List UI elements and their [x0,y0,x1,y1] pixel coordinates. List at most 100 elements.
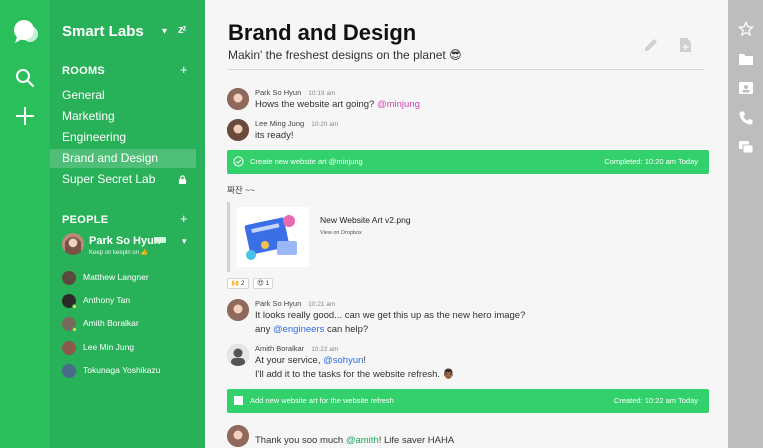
person-item-matthew-langner[interactable]: Matthew Langner [62,270,202,286]
person-name: Anthony Tan [83,295,131,305]
rooms-header: ROOMS [62,65,106,77]
image-thumbnail[interactable] [237,207,309,267]
reaction-button[interactable]: 🙌 2 [227,278,249,289]
mention-link[interactable]: @engineers [273,324,324,335]
workspace-name[interactable]: Smart Labs [62,23,144,40]
room-label: Marketing [62,109,115,123]
sidebar: Smart Labs ▾ zᶻ ROOMS + General Marketin… [50,0,205,448]
contact-card-icon[interactable] [738,80,754,96]
room-item-super-secret-lab[interactable]: Super Secret Lab [50,170,196,189]
chevron-down-icon[interactable]: ▾ [162,26,167,37]
current-user-status: Keep on keepin on 👍 [89,250,149,256]
chevron-down-icon[interactable]: ▾ [182,236,187,247]
search-button[interactable] [13,66,37,90]
reaction-button[interactable]: 😍 1 [253,278,274,289]
avatar [62,341,76,355]
windows-icon[interactable] [738,139,754,155]
person-name: Amith Boralkar [83,318,139,328]
reaction-emoji: 🙌 [231,280,240,287]
search-icon [16,69,34,87]
room-label: Super Secret Lab [62,172,156,186]
person-name: Lee Min Jung [83,342,135,352]
add-person-button[interactable]: + [180,211,188,226]
person-item-lee-min-jung[interactable]: Lee Min Jung [62,340,202,356]
message-author: Lee Ming Jung 10:20 am [255,119,339,128]
room-item-marketing[interactable]: Marketing [50,107,196,126]
room-item-general[interactable]: General [50,86,196,105]
avatar [227,88,249,110]
mention-link[interactable]: @minjung [377,99,420,110]
person-item-tokunaga-yoshikazu[interactable]: Tokunaga Yoshikazu [62,363,202,379]
room-item-engineering[interactable]: Engineering [50,128,196,147]
avatar [227,344,249,366]
message-text: I'll add it to the tasks for the website… [255,369,455,380]
task-status: Completed: 10:20 am Today [604,157,698,166]
room-label: Brand and Design [62,151,159,165]
message-time: 10:20 am [311,121,339,128]
file-name[interactable]: New Website Art v2.png [320,215,411,225]
presence-dot [72,304,77,309]
phone-icon[interactable] [738,110,754,126]
person-name: Matthew Langner [83,272,149,282]
reaction-count: 1 [265,280,270,287]
message-time: 10:22 am [311,346,339,353]
file-source-link[interactable]: View on Dropbox [320,230,362,236]
chat-logo-icon[interactable] [12,18,40,46]
edit-pencil-icon[interactable] [643,37,659,53]
folder-icon[interactable] [738,51,754,67]
lock-icon [178,175,187,184]
message-text: It looks really good... can we get this … [255,310,526,321]
channel-topic: Makin' the freshest designs on the plane… [228,48,462,62]
people-header: PEOPLE [62,214,109,226]
message-author: Park So Hyun 10:19 am [255,88,336,97]
presence-dot [72,327,77,332]
current-user[interactable]: Park So Hyun Keep on keepin on 👍 ▾ [62,233,202,263]
file-attachment[interactable]: New Website Art v2.png View on Dropbox [227,202,709,272]
add-room-button[interactable]: + [180,62,188,77]
mention-link[interactable]: @amith [346,435,379,446]
reaction-emoji: 😍 [257,280,264,287]
channel-view: Brand and Design Makin' the freshest des… [205,0,728,448]
task-text: Create new website art @minjung [250,157,363,166]
person-name: Tokunaga Yoshikazu [83,365,161,375]
checkbox-icon[interactable] [233,395,244,406]
mention-link[interactable]: @sohyun [323,355,363,366]
avatar [227,119,249,141]
do-not-disturb-icon[interactable]: zᶻ [178,24,187,36]
add-icon [16,107,34,125]
task-item[interactable]: Create new website art @minjung Complete… [227,150,709,174]
person-item-amith-boralkar[interactable]: Amith Boralkar [62,316,202,332]
header-divider [228,69,704,70]
avatar [227,299,249,321]
message-author: Park So Hyun 10:21 am [255,299,336,308]
avatar [227,425,249,447]
status-badge [154,237,166,243]
task-item[interactable]: Add new website art for the website refr… [227,389,709,413]
message-text: any @engineers can help? [255,324,369,335]
message-time: 10:19 am [308,90,336,97]
right-toolbar [728,0,763,448]
avatar [62,271,76,285]
message-author: Amith Boralkar 10:22 am [255,344,339,353]
new-doc-icon[interactable] [677,37,693,53]
message-text: Thank you soo much @amith! Life saver HA… [255,435,455,446]
star-icon[interactable] [738,21,754,37]
current-user-name: Park So Hyun [89,235,161,247]
room-label: General [62,88,105,102]
message-time: 10:21 am [308,301,336,308]
reaction-count: 2 [240,280,245,287]
message-text: Hows the website art going? @minjung [255,99,420,110]
avatar [62,364,76,378]
add-button[interactable] [13,104,37,128]
message-text: At your service, @sohyun! [255,355,367,366]
room-label: Engineering [62,130,127,144]
message-text: 짜잔 ~~ [227,185,255,195]
message-text: its ready! [255,130,294,141]
person-item-anthony-tan[interactable]: Anthony Tan [62,293,202,309]
avatar [62,233,84,255]
room-item-brand-and-design[interactable]: Brand and Design [50,149,196,168]
page-title: Brand and Design [228,20,417,45]
task-text: Add new website art for the website refr… [250,396,394,405]
app-rail [0,0,50,448]
check-circle-icon[interactable] [233,156,244,167]
